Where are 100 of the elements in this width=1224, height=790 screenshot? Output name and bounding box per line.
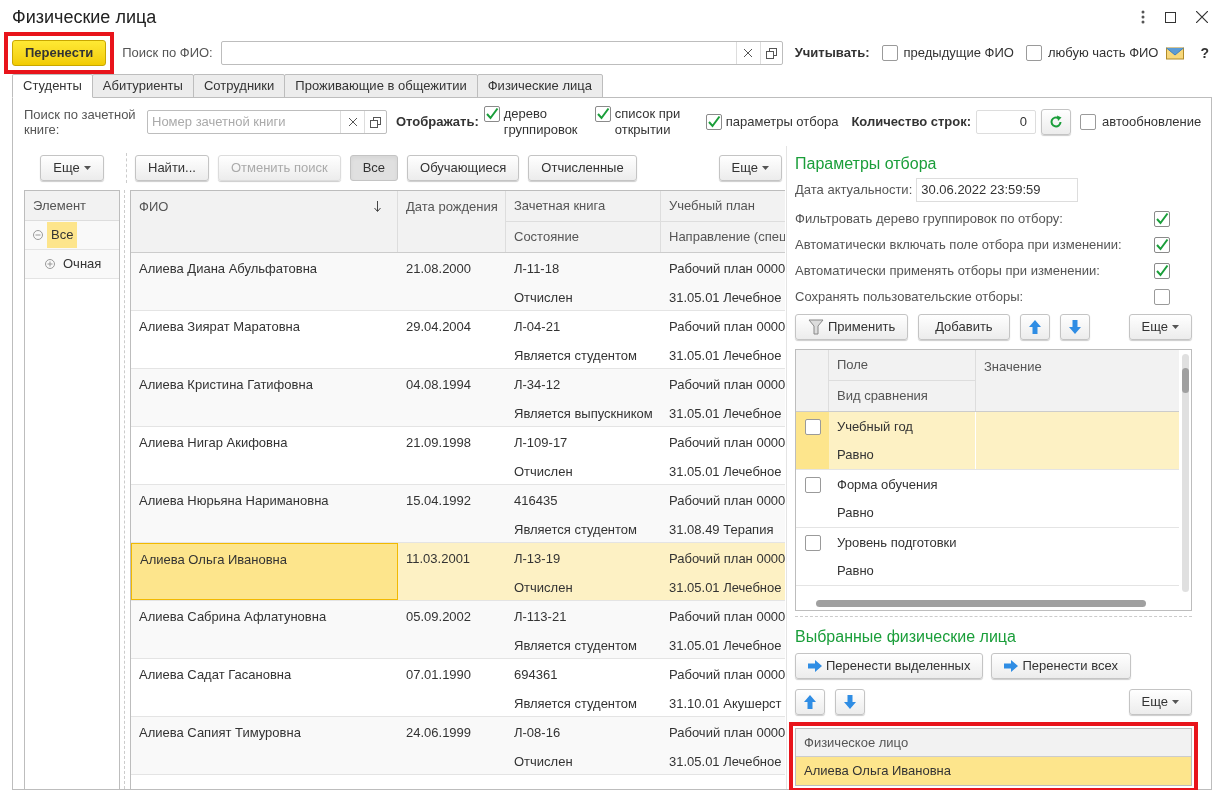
checkbox[interactable] [1154, 211, 1170, 227]
table-row[interactable]: Алиева Сабрина Афлатуновна 05.09.2002 Л-113-21 Является студентом Рабочий план 0000 31.05.01 Лечебное [131, 601, 785, 659]
checkbox[interactable] [705, 114, 722, 130]
table-cell: 21.08.2000 [406, 261, 472, 276]
filter-button[interactable]: Обучающиеся [407, 155, 520, 181]
checkbox-label: автообновление [1102, 113, 1202, 132]
table-cell: Алиева Сапият Тимуровна [139, 725, 301, 740]
column-header[interactable]: ФИО [139, 196, 169, 217]
more-options-icon[interactable] [1141, 10, 1145, 24]
table-cell-text: Рабочий план 0000 [669, 608, 785, 626]
tab[interactable]: Абитуриенты [91, 74, 194, 98]
column-header[interactable]: Состояние [514, 227, 579, 247]
close-icon[interactable] [1196, 11, 1208, 23]
maximize-icon[interactable] [1165, 11, 1176, 23]
refresh-button[interactable] [1041, 109, 1072, 135]
date-field[interactable]: 30.06.2022 23:59:59 [916, 178, 1079, 202]
table-cell-text: Является студентом [514, 520, 639, 539]
checkbox[interactable] [804, 535, 821, 551]
table-cell: 24.06.1999 [406, 725, 472, 740]
table-cell-text: Форма обучения [836, 475, 939, 494]
more-button[interactable]: Еще [40, 155, 104, 181]
table-cell-text: 31.10.01 Акушерст [669, 694, 783, 713]
table-cell-text: Равно [836, 446, 875, 464]
tab[interactable]: Сотрудники [192, 74, 286, 98]
more-button[interactable]: Еще [1128, 314, 1192, 340]
checkbox[interactable] [594, 106, 611, 122]
table-cell: 11.03.2001 [406, 551, 471, 566]
sort-arrow-icon[interactable] [374, 201, 381, 212]
record-search-label: Поиск по зачетной книге: [24, 107, 137, 137]
table-cell: 21.09.1998 [406, 435, 472, 450]
table-cell-text: Рабочий план 0000 [669, 434, 785, 452]
filter-button[interactable]: Отчисленные [528, 155, 637, 181]
apply-button[interactable]: Применить [795, 314, 909, 340]
caret-icon [83, 166, 91, 170]
add-button[interactable]: Добавить [918, 314, 1010, 340]
table-cell-text: Отчислен [514, 578, 574, 597]
checkbox[interactable] [881, 45, 898, 61]
move-down-button[interactable] [1059, 314, 1090, 340]
consider-label: Учитывать: [794, 44, 870, 63]
help-button[interactable]: ? [1200, 42, 1210, 64]
table-cell-text: 31.05.01 Лечебное [669, 462, 783, 481]
record-search-field[interactable]: Номер зачетной книги [148, 111, 340, 133]
column-header[interactable]: Поле [829, 350, 975, 381]
tree-item[interactable]: Все [47, 222, 78, 248]
option-label: Автоматически включать поле отбора при изменении: [795, 236, 1122, 255]
checkbox[interactable] [804, 477, 821, 493]
checkbox[interactable] [1154, 263, 1170, 279]
table-cell-text: Л-34-12 [514, 376, 562, 394]
caret-icon [1172, 325, 1179, 329]
transfer-all-button[interactable]: Перенести всех [991, 653, 1131, 679]
tab[interactable]: Физические лица [476, 74, 603, 98]
table-cell-text: Учебный год [836, 417, 914, 436]
envelope-icon[interactable] [1166, 46, 1185, 60]
check-icon [484, 107, 499, 121]
table-cell: Алиева Ольга Ивановна [140, 552, 288, 567]
transfer-button[interactable]: Перенести [12, 40, 107, 66]
checkbox[interactable] [1154, 237, 1170, 253]
more-button[interactable]: Еще [718, 155, 782, 181]
table-cell-text: 31.05.01 Лечебное [669, 404, 783, 423]
move-down-button[interactable] [835, 689, 865, 715]
record-search-box[interactable]: Номер зачетной книги [147, 110, 387, 134]
table-cell-text: Л-08-16 [514, 724, 562, 742]
more-button[interactable]: Еще [1128, 689, 1192, 715]
checkbox[interactable] [1080, 114, 1097, 130]
table-row[interactable]: Алиева Сапият Тимуровна 24.06.1999 Л-08-16 Отчислен Рабочий план 0000 31.05.01 Лечебное [131, 717, 785, 775]
checkbox[interactable] [483, 106, 500, 122]
filter-button[interactable]: Найти... [135, 155, 209, 181]
table-row[interactable]: Алиева Нюрьяна Наримановна 15.04.1992 416435 Является студентом Рабочий план 0000 31.08.49 Терапия [131, 485, 785, 543]
arrow-right-icon [808, 660, 822, 672]
table-row[interactable]: Алиева Кристина Гатифовна 04.08.1994 Л-34-12 Является выпускником Рабочий план 0000 31.05.01 Лечебное [131, 369, 785, 427]
table-row[interactable]: Алиева Ольга Ивановна 11.03.2001 Л-13-19 Отчислен Рабочий план 0000 31.05.01 Лечебное [131, 543, 785, 601]
checkbox[interactable] [804, 419, 821, 435]
checkbox[interactable] [1154, 289, 1170, 305]
tab[interactable]: Студенты [12, 74, 93, 98]
checkbox[interactable] [1025, 45, 1042, 61]
tab[interactable]: Проживающие в общежитии [284, 74, 478, 98]
section-title: Выбранные физические лица [795, 627, 1017, 647]
table-cell-text: 31.05.01 Лечебное [669, 346, 783, 365]
column-header[interactable]: Физическое лицо [796, 729, 1191, 757]
transfer-selected-button[interactable]: Перенести выделенных [795, 653, 984, 679]
move-up-button[interactable] [1019, 314, 1050, 340]
column-header[interactable]: Дата рождения [406, 196, 498, 217]
arrow-down-icon [1068, 320, 1081, 334]
column-header[interactable]: Зачетная книга [514, 196, 606, 216]
column-header[interactable]: Значение [976, 350, 1050, 411]
expand-icon[interactable] [45, 259, 55, 269]
column-header[interactable]: Вид сравнения [829, 380, 975, 411]
move-up-button[interactable] [795, 689, 825, 715]
table-cell-text: Рабочий план 0000 [669, 724, 785, 742]
filter-row[interactable]: Учебный год Равно [796, 412, 1179, 470]
rows-count-field[interactable]: 0 [976, 110, 1037, 134]
table-row[interactable]: Алиева Диана Абульфатовна 21.08.2000 Л-11-18 Отчислен Рабочий план 0000 31.05.01 Лечебное [131, 253, 785, 311]
table-cell: Алиева Сабрина Афлатуновна [139, 609, 327, 624]
arrow-down-icon [844, 695, 856, 709]
column-header[interactable]: Учебный план [669, 196, 755, 216]
table-cell: 05.09.2002 [406, 609, 472, 624]
table-cell-text: 31.05.01 Лечебное [669, 752, 783, 771]
collapse-icon[interactable] [33, 230, 43, 240]
table-row[interactable]: Алиева Ольга Ивановна [796, 757, 1191, 785]
filter-button[interactable]: Все [349, 155, 399, 181]
